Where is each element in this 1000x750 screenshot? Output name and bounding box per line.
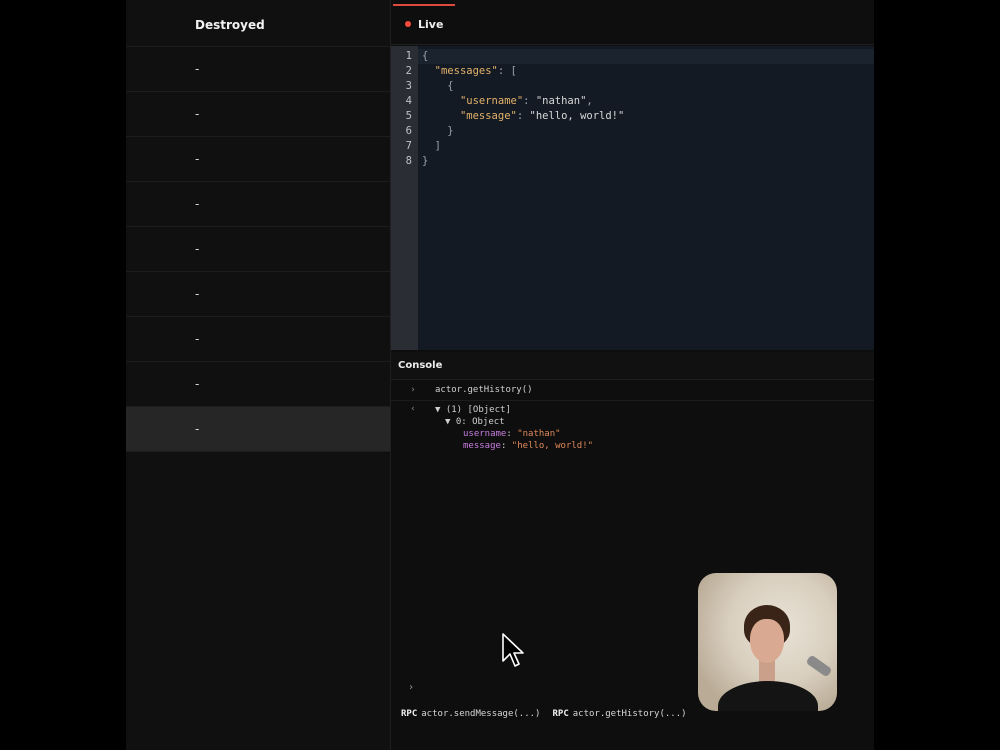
output-chevron-icon: ‹ (410, 404, 416, 414)
code-line: } (422, 155, 429, 167)
line-number: 1 (405, 50, 412, 62)
console-output-row: ‹ ▼ (1) [Object] ▼ 0: Object username: "… (391, 401, 874, 452)
actor-list-row-selected[interactable]: - (126, 407, 390, 452)
actor-list-row[interactable]: - (126, 182, 390, 227)
webcam-person-face (750, 619, 784, 663)
rpc-call: actor.sendMessage(...) (421, 709, 541, 719)
field-key: username (463, 429, 507, 439)
rpc-tag: RPC (401, 709, 418, 719)
actor-list-row[interactable]: - (126, 227, 390, 272)
rpc-chip[interactable]: RPC actor.getHistory(...) (552, 709, 686, 719)
actor-list-panel: Destroyed - - - - - - - - - (126, 0, 391, 750)
mouse-cursor-icon (502, 633, 524, 667)
webcam-person-body (718, 681, 818, 711)
line-number: 5 (405, 110, 412, 122)
console-title: Console (391, 352, 874, 380)
json-key: "message" (459, 110, 517, 122)
console-input-command: actor.getHistory() (435, 385, 533, 395)
actor-list-row[interactable]: - (126, 137, 390, 182)
actor-list-header: Destroyed (126, 0, 390, 47)
json-key: "messages" (434, 65, 498, 77)
field-key: message (463, 441, 501, 451)
json-value: "hello, world!" (529, 110, 625, 122)
line-number: 7 (405, 140, 412, 152)
actor-list-row[interactable]: - (126, 47, 390, 92)
field-value: "hello, world!" (511, 441, 594, 451)
line-number: 4 (405, 95, 412, 107)
rpc-chip[interactable]: RPC actor.sendMessage(...) (401, 709, 540, 719)
rpc-call: actor.getHistory(...) (572, 709, 687, 719)
line-number-gutter: 1 2 3 4 5 6 7 8 (391, 46, 418, 350)
output-field-message: message: "hello, world!" (463, 441, 594, 451)
output-field-username: username: "nathan" (463, 429, 561, 439)
field-value: "nathan" (517, 429, 561, 439)
code-line: } (447, 125, 454, 137)
code-area[interactable]: { "messages": [ { "username": "nathan", … (418, 46, 874, 350)
input-chevron-icon: › (410, 385, 416, 395)
code-line: ] (434, 140, 441, 152)
tab-live[interactable]: Live (393, 4, 456, 42)
rpc-tag: RPC (552, 709, 569, 719)
actor-list-row[interactable]: - (126, 272, 390, 317)
output-object[interactable]: ▼ 0: Object (435, 416, 593, 428)
state-editor[interactable]: 1 2 3 4 5 6 7 8 { "messages": [ { "usern… (391, 46, 874, 350)
webcam-overlay (698, 573, 837, 711)
line-number: 3 (405, 80, 412, 92)
code-line: { (447, 80, 454, 92)
tab-live-label: Live (418, 17, 444, 31)
actor-list-row[interactable]: - (126, 317, 390, 362)
output-array[interactable]: ▼ (1) [Object] (435, 404, 593, 416)
line-number: 8 (405, 155, 412, 167)
code-line: "message": "hello, world!" (459, 110, 625, 122)
json-value: "nathan" (535, 95, 587, 107)
tab-bar: Live (391, 0, 874, 45)
code-line: { (418, 49, 874, 64)
console-input-row: › actor.getHistory() (391, 380, 874, 401)
code-line: "messages": [ (434, 65, 517, 77)
actor-list-row[interactable]: - (126, 362, 390, 407)
microphone-icon (805, 654, 833, 678)
actor-list-row[interactable]: - (126, 92, 390, 137)
json-key: "username" (459, 95, 524, 107)
live-status-icon (405, 21, 411, 27)
line-number: 2 (405, 65, 412, 77)
console-output[interactable]: ▼ (1) [Object] ▼ 0: Object username: "na… (435, 404, 593, 452)
prompt-chevron-icon: › (408, 682, 415, 693)
line-number: 6 (405, 125, 412, 137)
code-line: "username": "nathan", (459, 95, 593, 107)
